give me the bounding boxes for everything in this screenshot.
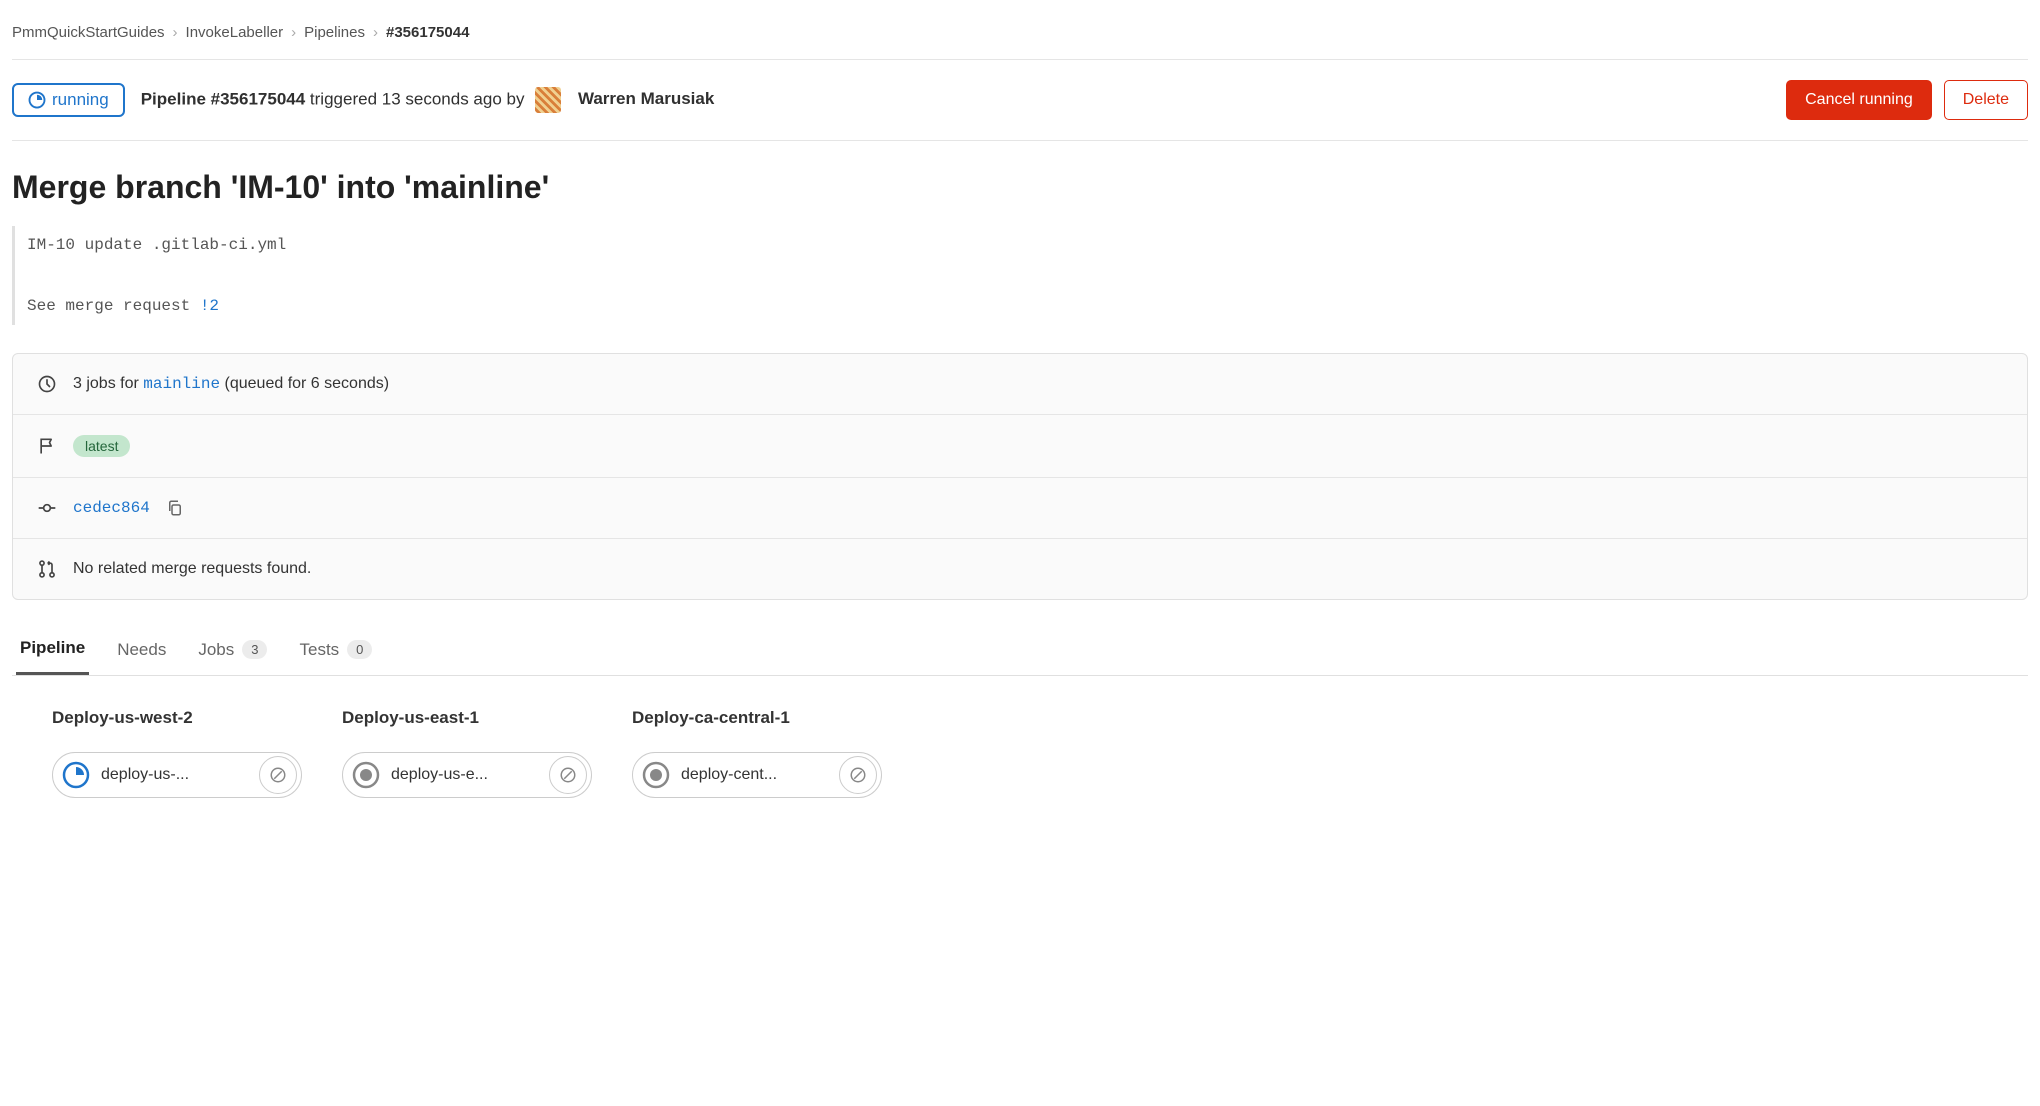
stage: Deploy-us-west-2 deploy-us-...	[52, 708, 302, 798]
job-pill[interactable]: deploy-us-e...	[342, 752, 592, 798]
info-row-badge: latest	[13, 415, 2027, 478]
info-box: 3 jobs for mainline (queued for 6 second…	[12, 353, 2028, 600]
breadcrumb-item[interactable]: Pipelines	[304, 24, 365, 41]
chevron-right-icon: ›	[173, 24, 178, 41]
breadcrumb-item[interactable]: PmmQuickStartGuides	[12, 24, 165, 41]
pipeline-info: Pipeline #356175044 triggered 13 seconds…	[141, 87, 715, 113]
status-badge-running[interactable]: running	[12, 83, 125, 117]
pipeline-header: running Pipeline #356175044 triggered 13…	[12, 60, 2028, 141]
job-label: deploy-cent...	[681, 766, 839, 784]
tab-pipeline[interactable]: Pipeline	[16, 624, 89, 675]
page-title: Merge branch 'IM-10' into 'mainline'	[12, 169, 2028, 206]
cancel-icon	[269, 766, 287, 784]
cancel-running-button[interactable]: Cancel running	[1786, 80, 1932, 120]
stage: Deploy-ca-central-1 deploy-cent...	[632, 708, 882, 798]
stage-name: Deploy-us-west-2	[52, 708, 302, 728]
branch-link[interactable]: mainline	[143, 375, 220, 393]
running-icon	[28, 91, 46, 109]
pending-icon	[351, 760, 381, 790]
latest-badge: latest	[73, 435, 130, 457]
commit-message: IM-10 update .gitlab-ci.yml See merge re…	[12, 226, 2028, 325]
commit-icon	[37, 498, 57, 518]
mr-status-text: No related merge requests found.	[73, 560, 311, 578]
stage-name: Deploy-us-east-1	[342, 708, 592, 728]
tab-badge: 3	[242, 640, 267, 659]
tab-jobs[interactable]: Jobs 3	[194, 624, 271, 675]
job-label: deploy-us-...	[101, 766, 259, 784]
cancel-job-button[interactable]	[549, 756, 587, 794]
tab-badge: 0	[347, 640, 372, 659]
info-row-commit: cedec864	[13, 478, 2027, 539]
cancel-job-button[interactable]	[839, 756, 877, 794]
cancel-icon	[559, 766, 577, 784]
job-pill[interactable]: deploy-cent...	[632, 752, 882, 798]
chevron-right-icon: ›	[373, 24, 378, 41]
commit-line: IM-10 update .gitlab-ci.yml	[27, 230, 2028, 260]
tabs: Pipeline Needs Jobs 3 Tests 0	[12, 624, 2028, 676]
copy-icon[interactable]	[166, 499, 184, 517]
avatar[interactable]	[535, 87, 561, 113]
chevron-right-icon: ›	[291, 24, 296, 41]
running-icon	[61, 760, 91, 790]
flag-icon	[37, 436, 57, 456]
commit-line: See merge request !2	[27, 291, 2028, 321]
tab-tests[interactable]: Tests 0	[295, 624, 376, 675]
delete-button[interactable]: Delete	[1944, 80, 2028, 120]
clock-icon	[37, 374, 57, 394]
breadcrumb-current: #356175044	[386, 24, 469, 41]
status-label: running	[52, 90, 109, 110]
tab-needs[interactable]: Needs	[113, 624, 170, 675]
merge-request-link[interactable]: !2	[200, 297, 219, 315]
merge-request-icon	[37, 559, 57, 579]
info-row-jobs: 3 jobs for mainline (queued for 6 second…	[13, 354, 2027, 415]
breadcrumb: PmmQuickStartGuides › InvokeLabeller › P…	[12, 12, 2028, 60]
header-left: running Pipeline #356175044 triggered 13…	[12, 83, 714, 117]
stage-name: Deploy-ca-central-1	[632, 708, 882, 728]
breadcrumb-item[interactable]: InvokeLabeller	[186, 24, 284, 41]
pipeline-stages: Deploy-us-west-2 deploy-us-... Deploy-us…	[12, 676, 2028, 830]
pending-icon	[641, 760, 671, 790]
stage: Deploy-us-east-1 deploy-us-e...	[342, 708, 592, 798]
commit-sha-link[interactable]: cedec864	[73, 499, 150, 517]
info-row-mr: No related merge requests found.	[13, 539, 2027, 599]
cancel-job-button[interactable]	[259, 756, 297, 794]
job-label: deploy-us-e...	[391, 766, 549, 784]
job-pill[interactable]: deploy-us-...	[52, 752, 302, 798]
cancel-icon	[849, 766, 867, 784]
header-actions: Cancel running Delete	[1786, 80, 2028, 120]
author-link[interactable]: Warren Marusiak	[578, 89, 714, 108]
